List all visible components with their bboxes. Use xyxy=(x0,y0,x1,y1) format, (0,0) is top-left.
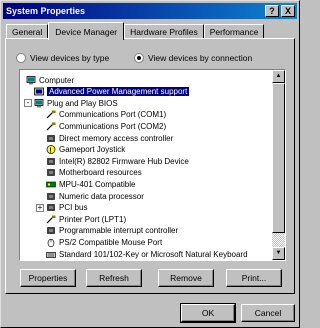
tree-item[interactable]: PCI bus xyxy=(46,202,87,214)
tree-item[interactable]: Plug and Play BIOS xyxy=(34,97,118,109)
print-button[interactable]: Print... xyxy=(226,269,282,287)
title-bar[interactable]: System Properties ? X xyxy=(3,3,297,19)
view-by-type-label: View devices by type xyxy=(30,53,110,63)
device-tree-items: - ComputerAdvanced Power Management suppo… xyxy=(20,70,272,260)
tree-item[interactable]: Standard 101/102-Key or Microsoft Natura… xyxy=(46,248,248,260)
port-icon xyxy=(46,110,56,119)
chip-icon xyxy=(46,203,56,212)
tree-item[interactable]: Printer Port (LPT1) xyxy=(46,213,126,225)
tree-item-label: Gameport Joystick xyxy=(59,145,126,155)
tab-device-manager[interactable]: Device Manager xyxy=(48,22,125,40)
keyboard-icon xyxy=(46,250,56,259)
chip-icon xyxy=(46,168,56,177)
tree-item[interactable]: ! Gameport Joystick xyxy=(46,144,125,156)
scroll-up-button[interactable]: ▲ xyxy=(272,70,285,83)
computer-icon xyxy=(26,75,36,85)
close-button[interactable]: X xyxy=(281,5,295,17)
tree-item-label: Communications Port (COM1) xyxy=(59,110,167,120)
port-icon xyxy=(46,215,56,224)
tree-expander[interactable]: + xyxy=(36,203,44,212)
tree-item[interactable]: PS/2 Compatible Mouse Port xyxy=(46,236,162,248)
tree-item[interactable]: Advanced Power Management support xyxy=(34,86,191,98)
tree-item-label: Direct memory access controller xyxy=(59,133,174,143)
svg-text:!: ! xyxy=(49,148,51,155)
tree-item-label: Communications Port (COM2) xyxy=(59,121,167,131)
properties-button[interactable]: Properties xyxy=(20,269,76,287)
tree-item-label: Motherboard resources xyxy=(59,168,142,178)
remove-button[interactable]: Remove xyxy=(158,269,214,287)
chip-icon xyxy=(46,157,56,166)
tree-item-label: Printer Port (LPT1) xyxy=(59,214,127,224)
tree-item-label: Programmable interrupt controller xyxy=(59,226,179,236)
tree-item-label: PS/2 Compatible Mouse Port xyxy=(59,237,163,247)
chip-icon xyxy=(46,134,56,143)
tree-item[interactable]: Communications Port (COM2) xyxy=(46,120,166,132)
view-by-connection-radio[interactable] xyxy=(134,53,144,63)
tab-general[interactable]: General xyxy=(6,24,49,39)
tree-item[interactable]: Numeric data processor xyxy=(46,190,144,202)
tab-performance[interactable]: Performance xyxy=(203,24,265,39)
tree-item-label: MPU-401 Compatible xyxy=(59,179,136,189)
view-by-type-radio[interactable] xyxy=(16,53,26,63)
chip-icon xyxy=(46,192,56,201)
device-tree[interactable]: - ComputerAdvanced Power Management suppo… xyxy=(19,69,286,261)
port-icon xyxy=(46,122,56,131)
tab-hardware-profiles[interactable]: Hardware Profiles xyxy=(124,24,204,39)
tree-item[interactable]: Programmable interrupt controller xyxy=(46,225,178,237)
cancel-button[interactable]: Cancel xyxy=(241,304,295,322)
tree-item[interactable]: MPU-401 Compatible xyxy=(46,178,135,190)
vertical-scrollbar[interactable]: ▲ ▼ xyxy=(272,70,285,260)
ok-button[interactable]: OK xyxy=(180,303,236,323)
tree-item[interactable]: Computer xyxy=(26,74,74,86)
scroll-thumb[interactable] xyxy=(272,83,285,233)
view-by-connection-label: View devices by connection xyxy=(148,53,253,63)
mouse-icon xyxy=(46,238,56,247)
refresh-button[interactable]: Refresh xyxy=(86,269,142,287)
tree-item[interactable]: Motherboard resources xyxy=(46,167,142,179)
tree-item-label: Numeric data processor xyxy=(59,191,144,201)
tree-item-label: Plug and Play BIOS xyxy=(47,98,118,108)
tree-item-label: Intel(R) 82802 Firmware Hub Device xyxy=(59,156,189,166)
tree-expander[interactable]: - xyxy=(24,99,32,108)
tree-item[interactable]: Intel(R) 82802 Firmware Hub Device xyxy=(46,155,189,167)
device-icon xyxy=(34,87,44,96)
scroll-down-button[interactable]: ▼ xyxy=(272,247,285,260)
tree-item[interactable]: Communications Port (COM1) xyxy=(46,109,166,121)
window-title: System Properties xyxy=(6,6,86,16)
chip-icon xyxy=(46,226,56,235)
sound-icon xyxy=(46,180,56,189)
tab-strip: General Device Manager Hardware Profiles… xyxy=(6,22,265,40)
device-manager-panel: View devices by type View devices by con… xyxy=(5,38,295,294)
computer-icon xyxy=(34,98,44,108)
tree-item[interactable]: Direct memory access controller xyxy=(46,132,173,144)
tree-item-label: Standard 101/102-Key or Microsoft Natura… xyxy=(59,249,248,259)
tree-item-label: Computer xyxy=(39,75,75,85)
system-properties-window: System Properties ? X General Device Man… xyxy=(0,0,300,328)
help-button[interactable]: ? xyxy=(265,5,279,17)
view-by-type-option[interactable]: View devices by type xyxy=(16,53,109,63)
view-by-connection-option[interactable]: View devices by connection xyxy=(134,53,252,63)
warning-icon: ! xyxy=(46,145,56,154)
tree-item-label: Advanced Power Management support xyxy=(45,86,191,98)
tree-item-label: PCI bus xyxy=(59,203,88,213)
